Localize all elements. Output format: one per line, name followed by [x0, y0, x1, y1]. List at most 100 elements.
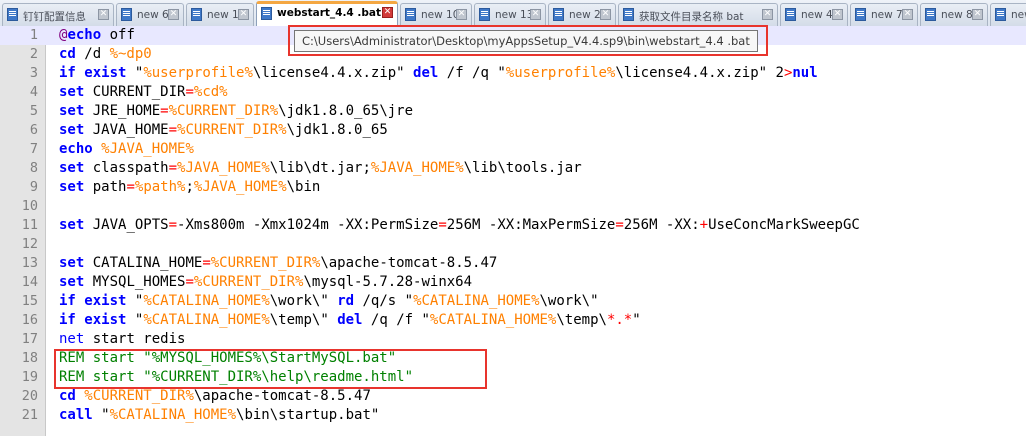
line-number: 7: [29, 141, 38, 157]
code-token: %~dp0: [109, 46, 152, 62]
code-token: \license4.4.x.zip": [252, 65, 414, 81]
line-number: 20: [21, 388, 38, 404]
code-line[interactable]: 3 if exist "%userprofile%\license4.4.x.zi…: [0, 64, 1026, 83]
code-token: ": [126, 65, 144, 81]
code-line[interactable]: 7 echo %JAVA_HOME%: [0, 140, 1026, 159]
code-token: JAVA_HOME: [84, 122, 169, 138]
file-icon: [553, 8, 564, 21]
close-icon[interactable]: ✕: [832, 9, 843, 20]
code-editor[interactable]: 1 @echo off 2 cd /d %~dp0 3 if exist "%userpr…: [0, 26, 1026, 436]
tab-webstart-bat[interactable]: webstart_4.4 .bat ✕: [256, 1, 398, 28]
code-line[interactable]: 13 set CATALINA_HOME=%CURRENT_DIR%\apache…: [0, 254, 1026, 273]
code-token: /q /f ": [362, 312, 430, 328]
code-token: ": [126, 312, 144, 328]
close-icon[interactable]: ✕: [972, 9, 983, 20]
code-line[interactable]: 8 set classpath=%JAVA_HOME%\lib\dt.jar;%J…: [0, 159, 1026, 178]
code-token: \temp\": [269, 312, 338, 328]
line-number: 4: [29, 84, 38, 100]
tab-new-10[interactable]: new 10 ✕: [400, 3, 472, 26]
tab-new-7[interactable]: new 7 ✕: [850, 3, 918, 26]
code-token: rd: [337, 293, 355, 309]
file-icon: [121, 8, 132, 21]
close-icon[interactable]: ✕: [530, 9, 541, 20]
code-token: nul: [792, 65, 818, 81]
line-number: 14: [21, 274, 38, 290]
line-number: 8: [29, 160, 38, 176]
code-line[interactable]: 16 if exist "%CATALINA_HOME%\temp\" del /…: [0, 311, 1026, 330]
tab-new-2[interactable]: new 2 ✕: [548, 3, 616, 26]
code-line[interactable]: 5 set JRE_HOME=%CURRENT_DIR%\jdk1.8.0_65\…: [0, 102, 1026, 121]
code-line[interactable]: 11 set JAVA_OPTS=-Xms800m -Xmx1024m -XX:P…: [0, 216, 1026, 235]
tab-dingtalk-config[interactable]: 钉钉配置信息 ✕: [2, 3, 114, 26]
code-token: =: [615, 217, 624, 233]
code-token: 256M -XX:: [623, 217, 700, 233]
code-token: 256M -XX:MaxPermSize: [446, 217, 616, 233]
code-token: ": [126, 293, 144, 309]
code-token: path: [84, 179, 127, 195]
code-token: \temp\: [556, 312, 607, 328]
code-token: exist: [84, 65, 127, 81]
close-icon[interactable]: ✕: [456, 9, 467, 20]
code-token: JRE_HOME: [84, 103, 161, 119]
line-number: 17: [21, 331, 38, 347]
code-token: CURRENT_DIR: [84, 84, 186, 100]
tab-new-4[interactable]: new 4 ✕: [780, 3, 848, 26]
code-line[interactable]: 6 set JAVA_HOME=%CURRENT_DIR%\jdk1.8.0_65: [0, 121, 1026, 140]
code-line[interactable]: 15 if exist "%CATALINA_HOME%\work\" rd /q…: [0, 292, 1026, 311]
line-number: 18: [21, 350, 38, 366]
code-line[interactable]: 9 set path=%path%;%JAVA_HOME%\bin: [0, 178, 1026, 197]
code-line[interactable]: 14 set MYSQL_HOMES=%CURRENT_DIR%\mysql-5.…: [0, 273, 1026, 292]
code-token: del: [413, 65, 439, 81]
tab-new-13[interactable]: new 13 ✕: [474, 3, 546, 26]
code-token: %CURRENT_DIR%: [168, 103, 279, 119]
tab-new-8[interactable]: new 8 ✕: [920, 3, 988, 26]
code-token: exist: [84, 312, 127, 328]
tab-label: new 13: [495, 9, 534, 21]
tab-get-dir-name[interactable]: 获取文件目录名称 bat ✕: [618, 3, 778, 26]
code-token: =: [438, 217, 447, 233]
code-token: %CATALINA_HOME%: [109, 407, 237, 423]
code-line[interactable]: 10: [0, 197, 1026, 216]
tab-new[interactable]: new: [990, 3, 1026, 26]
code-token: del: [337, 312, 363, 328]
line-number: 5: [29, 103, 38, 119]
code-text: REM start "%MYSQL_HOMES%\StartMySQL.bat": [59, 349, 396, 368]
tab-bar: 钉钉配置信息 ✕ new 6 ✕ new 1 ✕ webstart_4.4 .b…: [0, 0, 1026, 29]
code-token: set: [59, 103, 85, 119]
close-icon[interactable]: ✕: [382, 7, 393, 18]
code-token: %userprofile%: [505, 65, 616, 81]
code-line[interactable]: 18 REM start "%MYSQL_HOMES%\StartMySQL.ba…: [0, 349, 1026, 368]
close-icon[interactable]: ✕: [98, 9, 109, 20]
code-token: %JAVA_HOME%: [101, 141, 194, 157]
code-text: if exist "%CATALINA_HOME%\work\" rd /q/s…: [59, 292, 599, 311]
code-text: set JRE_HOME=%CURRENT_DIR%\jdk1.8.0_65\j…: [59, 102, 413, 121]
tab-label: new 8: [941, 9, 973, 21]
code-token: cd: [59, 46, 76, 62]
code-line[interactable]: 4 set CURRENT_DIR=%cd%: [0, 83, 1026, 102]
close-icon[interactable]: ✕: [902, 9, 913, 20]
code-token: %CURRENT_DIR%: [177, 122, 287, 138]
tab-new-6[interactable]: new 6 ✕: [116, 3, 184, 26]
code-token: %CURRENT_DIR%: [210, 255, 321, 271]
close-icon[interactable]: ✕: [762, 9, 773, 20]
close-icon[interactable]: ✕: [600, 9, 611, 20]
close-icon[interactable]: ✕: [168, 9, 179, 20]
file-icon: [855, 8, 866, 21]
code-text: set MYSQL_HOMES=%CURRENT_DIR%\mysql-5.7.…: [59, 273, 472, 292]
code-token: set: [59, 274, 85, 290]
tab-new-1[interactable]: new 1 ✕: [186, 3, 254, 26]
tab-label: new: [1011, 9, 1026, 21]
code-token: ": [632, 312, 641, 328]
code-line[interactable]: 21 call "%CATALINA_HOME%\bin\startup.bat": [0, 406, 1026, 425]
close-icon[interactable]: ✕: [238, 9, 249, 20]
code-token: cd: [59, 388, 76, 404]
code-line[interactable]: 20 cd %CURRENT_DIR%\apache-tomcat-8.5.47: [0, 387, 1026, 406]
code-line[interactable]: 17 net start redis: [0, 330, 1026, 349]
code-line[interactable]: 19 REM start "%CURRENT_DIR%\help\readme.h…: [0, 368, 1026, 387]
code-token: UseConcMarkSweepGC: [708, 217, 860, 233]
code-text: set CURRENT_DIR=%cd%: [59, 83, 228, 102]
line-number: 1: [29, 27, 38, 43]
code-token: /d: [75, 46, 110, 62]
code-token: \apache-tomcat-8.5.47: [320, 255, 498, 271]
code-line[interactable]: 12: [0, 235, 1026, 254]
